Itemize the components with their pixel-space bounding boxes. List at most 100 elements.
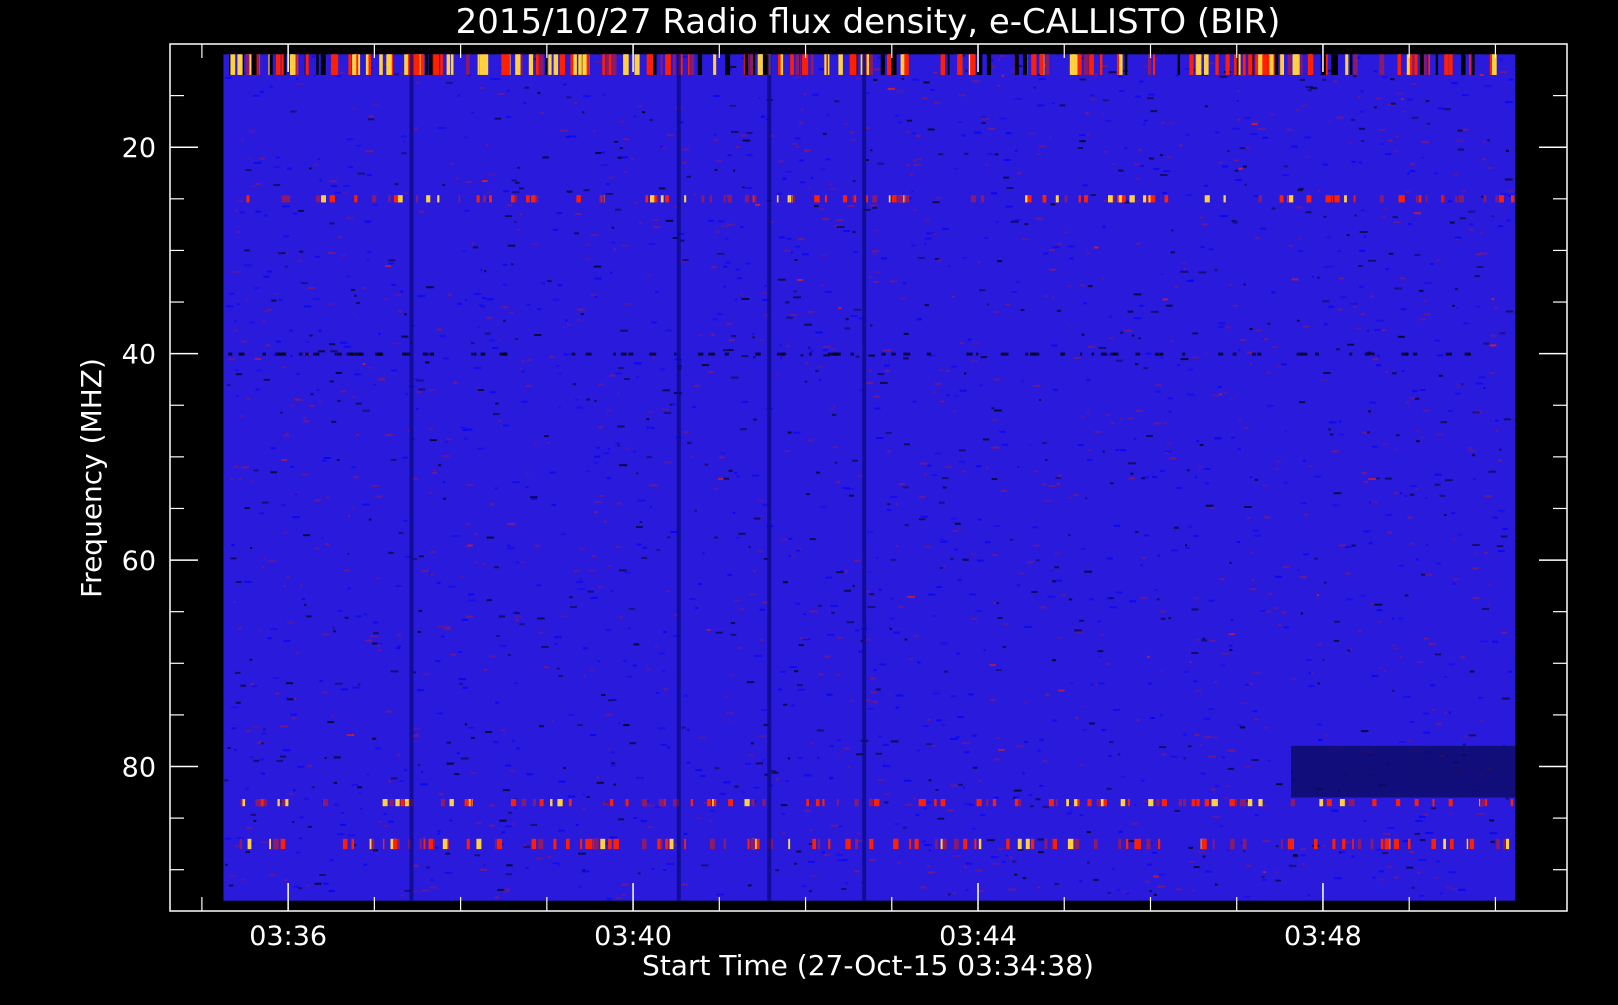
spectrogram-cell [246, 397, 251, 400]
band-segment [1251, 352, 1256, 356]
band-segment [1152, 195, 1156, 203]
spectrogram-cell [1002, 860, 1006, 863]
spectrogram-cell [1118, 169, 1124, 172]
band-segment [1048, 799, 1053, 807]
spectrogram-cell [1243, 283, 1246, 286]
band-segment [599, 195, 601, 203]
spectrogram-cell [363, 863, 368, 866]
spectrogram-cell [602, 803, 609, 806]
spectrogram-cell [1039, 784, 1044, 787]
spectrogram-cell [913, 164, 922, 166]
spectrogram-cell [716, 159, 722, 162]
spectrogram-cell [952, 855, 961, 857]
spectrogram-cell [841, 888, 847, 890]
spectrogram-cell [1214, 681, 1217, 683]
spectrogram-cell [1069, 809, 1073, 812]
band-segment [1191, 799, 1195, 807]
spectrogram-cell [1245, 683, 1250, 686]
spectrogram-cell [780, 670, 786, 673]
spectrogram-cell [1266, 404, 1274, 407]
spectrogram-cell [652, 356, 656, 359]
spectrogram-cell [716, 252, 725, 255]
band-segment [708, 352, 715, 356]
spectrogram-cell [1024, 223, 1029, 226]
spectrogram-cell [598, 586, 603, 588]
band-segment [935, 838, 938, 850]
spectrogram-cell [753, 418, 757, 421]
spectrogram-cell [1430, 807, 1437, 810]
band-segment [372, 195, 377, 203]
spectrogram-cell [759, 638, 763, 641]
spectrogram-cell [646, 456, 652, 459]
spectrogram-cell [636, 526, 643, 528]
spectrogram-cell [390, 458, 397, 461]
spectrogram-cell [463, 343, 466, 346]
spectrogram-cell [1187, 525, 1192, 528]
spectrogram-cell [1204, 352, 1207, 355]
spectrogram-cell [890, 496, 898, 499]
spectrogram-cell [1275, 845, 1279, 848]
spectrogram-cell [845, 882, 849, 885]
spectrogram-cell [231, 706, 239, 709]
spectrogram-cell [1480, 74, 1484, 76]
spectrogram-cell [442, 357, 450, 360]
spectrogram-cell [934, 452, 942, 455]
spectrogram-cell [507, 244, 516, 247]
spectrogram-cell [1185, 194, 1193, 196]
spectrogram-cell [1385, 371, 1388, 374]
spectrogram-cell [924, 844, 932, 847]
spectrogram-cell [425, 361, 430, 364]
spectrogram-cell [912, 400, 917, 403]
spectrogram-cell [985, 466, 989, 469]
spectrogram-cell [648, 826, 653, 829]
spectrogram-cell [1396, 136, 1399, 139]
spectrogram-cell [709, 820, 712, 823]
spectrogram-cell [794, 76, 801, 79]
spectrogram-cell [1102, 450, 1105, 453]
spectrogram-cell [1448, 871, 1457, 874]
spectrogram-cell [779, 344, 782, 347]
spectrogram-cell [746, 131, 753, 134]
spectrogram-cell [962, 558, 969, 561]
spectrogram-cell [1147, 655, 1150, 658]
band-segment [1153, 54, 1156, 75]
band-segment [660, 195, 664, 203]
spectrogram-cell [363, 613, 367, 616]
spectrogram-cell [237, 627, 242, 630]
spectrogram-cell [818, 379, 822, 381]
spectrogram-cell [1094, 246, 1099, 249]
spectrogram-cell [601, 694, 606, 696]
spectrogram-cell [968, 693, 974, 696]
spectrogram-cell [837, 636, 843, 639]
band-segment [1143, 195, 1147, 203]
spectrogram-cell [1463, 322, 1469, 325]
spectrogram-cell [1388, 252, 1394, 255]
spectrogram-cell [538, 631, 545, 634]
spectrogram-cell [259, 628, 262, 631]
spectrogram-cell [867, 606, 876, 609]
spectrogram-cell [1420, 436, 1425, 439]
spectrogram-cell [1237, 448, 1241, 451]
spectrogram-cell [1054, 883, 1060, 886]
spectrogram-cell [1143, 800, 1148, 803]
spectrogram-cell [619, 616, 624, 619]
band-segment [665, 54, 670, 75]
spectrogram-cell [1303, 553, 1309, 556]
spectrogram-cell [660, 368, 665, 371]
spectrogram-cell [843, 123, 849, 126]
spectrogram-cell [720, 452, 726, 455]
spectrogram-cell [298, 209, 304, 212]
band-segment [1339, 799, 1345, 807]
spectrogram-cell [245, 169, 252, 172]
spectrogram-cell [1073, 494, 1079, 496]
spectrogram-cell [1424, 282, 1432, 285]
spectrogram-cell [746, 154, 753, 156]
band-segment [566, 838, 570, 850]
spectrogram-cell [524, 866, 529, 869]
spectrogram-cell [1131, 822, 1139, 825]
spectrogram-cell [494, 487, 499, 490]
spectrogram-cell [1399, 492, 1403, 495]
spectrogram-cell [263, 275, 269, 278]
band-segment [305, 352, 309, 356]
spectrogram-cell [1333, 80, 1337, 83]
